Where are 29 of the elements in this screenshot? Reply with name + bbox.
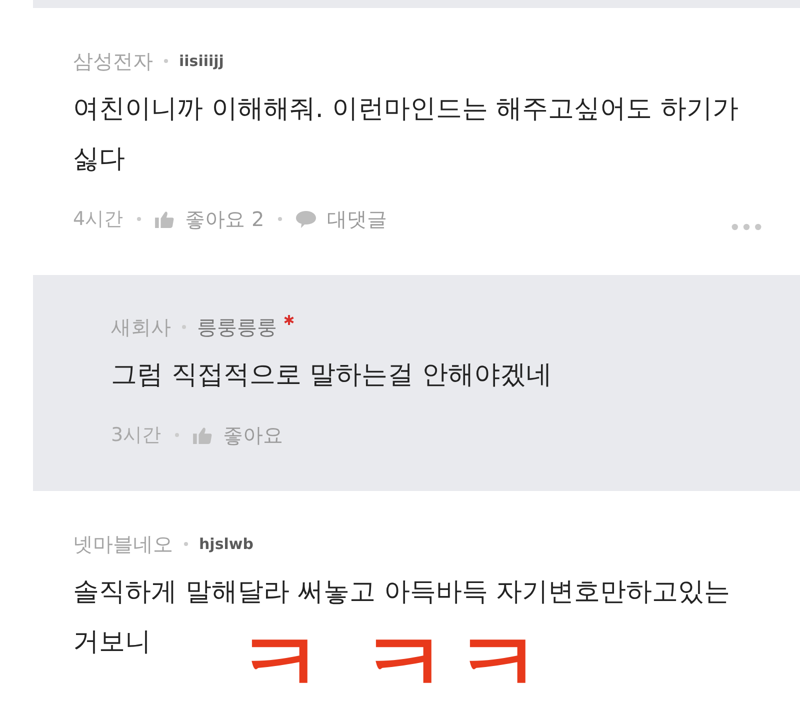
author-name: 릉룽릉룽 xyxy=(197,314,277,340)
comment-text: 여친이니까 이해해줘. 이런마인드는 해주고싶어도 하기가 xyxy=(73,93,738,126)
handwritten-mark: ㅋ xyxy=(238,620,324,706)
separator-dot-icon xyxy=(184,542,188,546)
comment-time: 3시간 xyxy=(111,423,162,448)
company-name: 삼성전자 xyxy=(73,48,153,74)
comment-time: 4시간 xyxy=(73,207,124,232)
reply-button[interactable]: 대댓글 xyxy=(327,206,388,232)
comment-text: 솔직하게 말해달라 써놓고 아득바득 자기변호만하고있는 xyxy=(73,576,730,609)
separator-dot-icon xyxy=(137,217,142,221)
company-name: 새회사 xyxy=(111,314,171,340)
like-button[interactable]: 좋아요 xyxy=(223,422,284,448)
separator-dot-icon xyxy=(278,217,282,221)
speech-bubble-icon[interactable] xyxy=(296,210,316,228)
author-name: hjslwb xyxy=(199,535,254,553)
comment-text: 거보니 xyxy=(73,626,151,659)
like-button[interactable]: 좋아요 2 xyxy=(185,206,264,232)
thumbs-up-icon[interactable] xyxy=(155,210,174,228)
author-name: iisiiijj xyxy=(179,52,224,70)
company-name: 넷마블네오 xyxy=(73,530,173,558)
more-icon[interactable] xyxy=(731,223,762,231)
thumbs-up-icon[interactable] xyxy=(193,426,212,444)
comment-text: 그럼 직접적으로 말하는걸 안해야겠네 xyxy=(111,359,552,392)
separator-dot-icon xyxy=(164,59,168,63)
comment-text: 싫다 xyxy=(73,143,125,176)
separator-dot-icon xyxy=(175,433,180,437)
handwritten-mark: ㅋ xyxy=(362,620,448,706)
handwritten-mark: ㅋ xyxy=(456,620,542,706)
separator-dot-icon xyxy=(182,325,186,329)
